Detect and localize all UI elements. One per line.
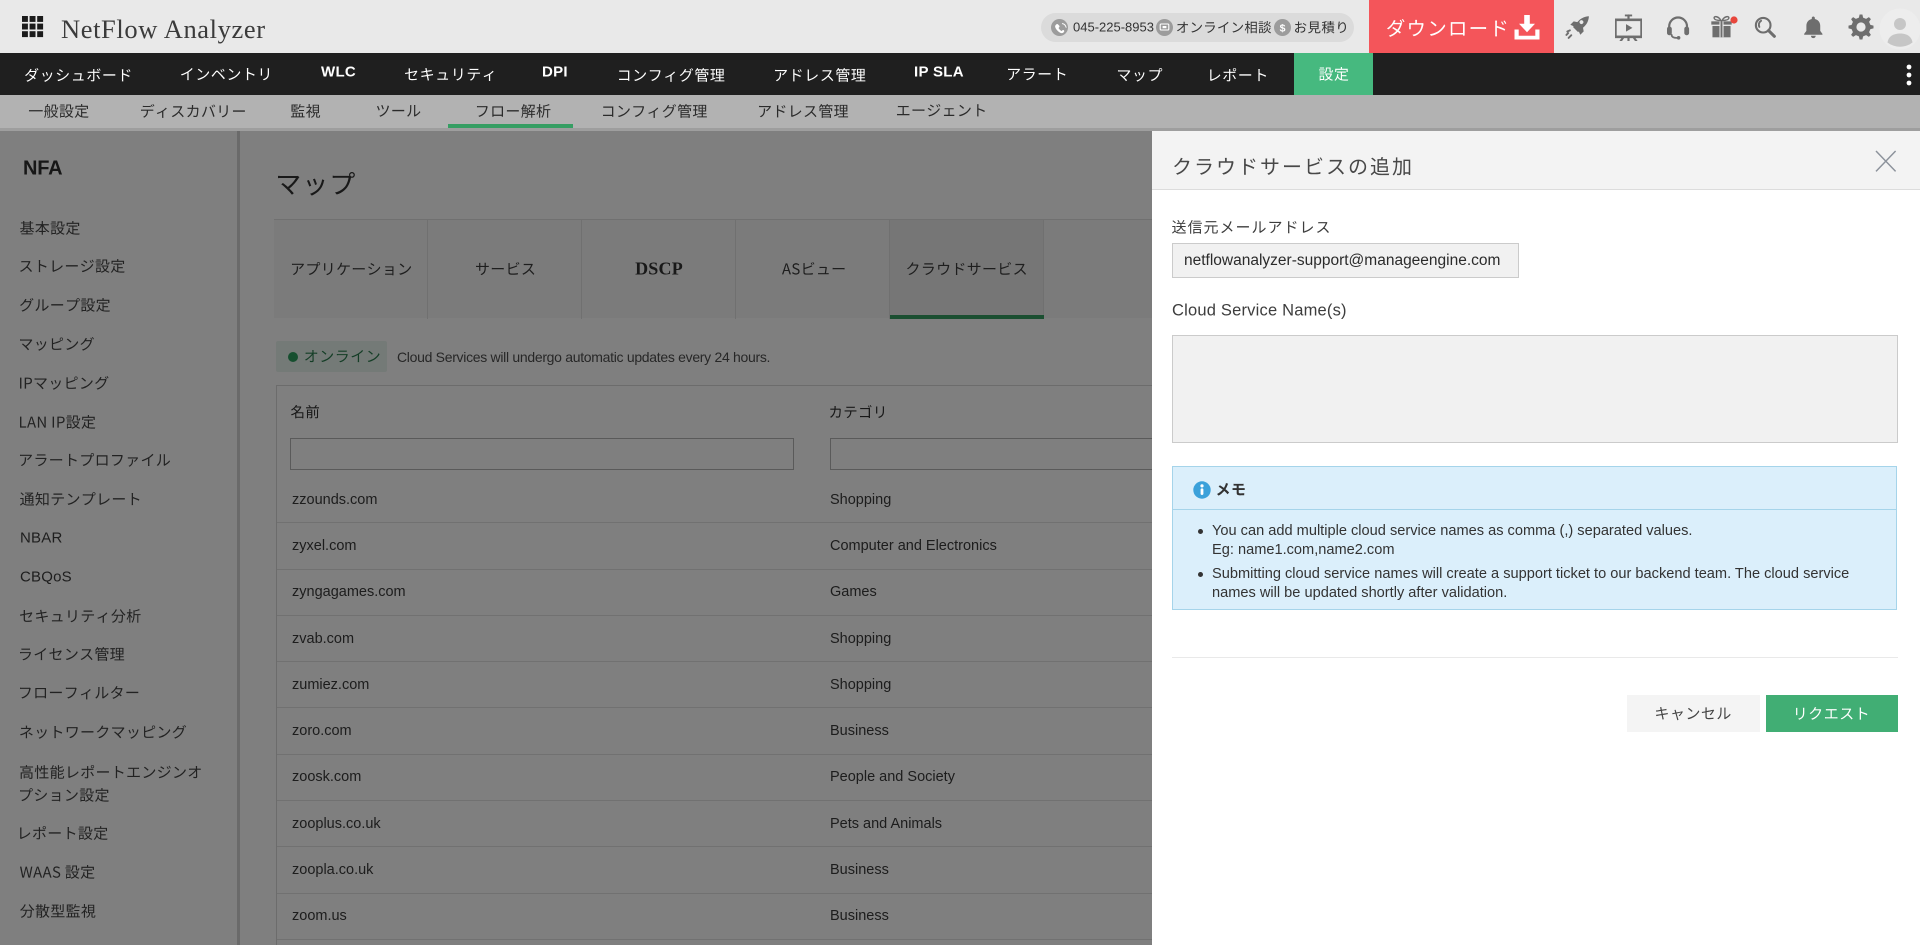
note-body: You can add multiple cloud service names…: [1173, 511, 1896, 608]
sub-nav: 一般設定 ディスカバリー 監視 ツール フロー解析 コンフィグ管理 アドレス管理 エージェント: [0, 95, 1920, 131]
bell-icon[interactable]: [1801, 15, 1826, 40]
quote-label[interactable]: お見積り: [1295, 21, 1346, 34]
subnav-item-4[interactable]: フロー解析: [477, 104, 551, 118]
nav-item-11-active[interactable]: 設定: [1294, 53, 1373, 95]
request-label: リクエスト: [1796, 707, 1867, 720]
headset-icon[interactable]: [1665, 14, 1691, 40]
rocket-icon[interactable]: [1565, 14, 1591, 40]
note-box: メモ You can add multiple cloud service nam…: [1172, 466, 1897, 610]
nav-item-1[interactable]: インベントリ: [181, 68, 269, 80]
nav-item-7[interactable]: IP SLA: [914, 63, 964, 80]
service-label: Cloud Service Name(s): [1172, 302, 1347, 321]
info-icon: [1193, 481, 1211, 499]
phone-icon: [1051, 19, 1068, 36]
subnav-item-0[interactable]: 一般設定: [29, 104, 89, 118]
panel-divider: [1172, 657, 1898, 658]
download-label: ダウンロード: [1387, 19, 1506, 37]
subnav-item-2[interactable]: 監視: [291, 104, 320, 118]
online-consult-icon: [1156, 19, 1173, 36]
more-menu-icon[interactable]: [1903, 62, 1915, 88]
subnav-item-6[interactable]: アドレス管理: [759, 104, 848, 118]
note-title: メモ: [1217, 483, 1245, 496]
note-bullet: Submitting cloud service names will crea…: [1197, 565, 1876, 602]
email-input[interactable]: [1172, 243, 1519, 278]
main-nav: ダッシュボード インベントリ セキュリティ コンフィグ管理 アドレス管理 アラート マップ レ…: [0, 53, 1920, 95]
subnav-item-1[interactable]: ディスカバリー: [141, 104, 245, 118]
nav-item-9[interactable]: マップ: [1118, 68, 1162, 82]
apps-grid-icon[interactable]: [22, 16, 45, 39]
subnav-item-3[interactable]: ツール: [377, 105, 420, 117]
nav-item-6[interactable]: アドレス管理: [775, 68, 865, 82]
note-header: メモ: [1173, 467, 1896, 510]
close-icon[interactable]: [1875, 150, 1897, 172]
note-bullet: You can add multiple cloud service names…: [1197, 522, 1876, 559]
nav-item-11: 設定: [1319, 67, 1348, 81]
top-header: NetFlow Analyzer 045-225-8953 オンライン相談 $ お見積り…: [0, 0, 1920, 53]
svg-text:$: $: [1280, 22, 1286, 34]
cancel-button[interactable]: キャンセル: [1627, 695, 1760, 732]
email-label: 送信元メールアドレス: [1172, 220, 1329, 234]
panel-title: クラウドサービスの追加: [1174, 157, 1410, 176]
nav-item-4[interactable]: DPI: [542, 63, 568, 80]
app-title: NetFlow Analyzer: [61, 13, 266, 43]
nav-item-0[interactable]: ダッシュボード: [25, 68, 131, 82]
request-button[interactable]: リクエスト: [1766, 695, 1898, 732]
cancel-label: キャンセル: [1656, 707, 1731, 720]
subnav-item-7[interactable]: エージェント: [897, 104, 985, 116]
gear-icon[interactable]: [1848, 14, 1874, 40]
nav-item-3[interactable]: セキュリティ: [405, 68, 494, 81]
nav-item-5[interactable]: コンフィグ管理: [619, 68, 724, 82]
avatar[interactable]: [1879, 8, 1920, 50]
add-cloud-service-panel: クラウドサービスの追加送信元メールアドレス Cloud Service Name(…: [1152, 131, 1920, 945]
download-icon: [1513, 15, 1541, 41]
search-icon[interactable]: [1753, 15, 1778, 40]
online-consult-label[interactable]: オンライン相談: [1177, 21, 1271, 33]
quote-icon: $: [1274, 19, 1291, 36]
presentation-icon[interactable]: [1615, 14, 1642, 41]
cloud-service-names-textarea[interactable]: [1172, 335, 1898, 443]
phone-number[interactable]: 045-225-8953: [1073, 21, 1154, 36]
active-subnav-underline: [448, 124, 573, 128]
nav-item-10[interactable]: レポート: [1210, 68, 1266, 81]
notification-dot: [1730, 16, 1738, 24]
nav-item-2[interactable]: WLC: [321, 63, 356, 80]
subnav-item-5[interactable]: コンフィグ管理: [603, 104, 707, 118]
panel-header: クラウドサービスの追加: [1152, 131, 1920, 190]
download-button[interactable]: ダウンロード: [1369, 0, 1554, 57]
nav-item-8[interactable]: アラート: [1008, 68, 1066, 80]
modal-overlay[interactable]: [0, 131, 1152, 945]
